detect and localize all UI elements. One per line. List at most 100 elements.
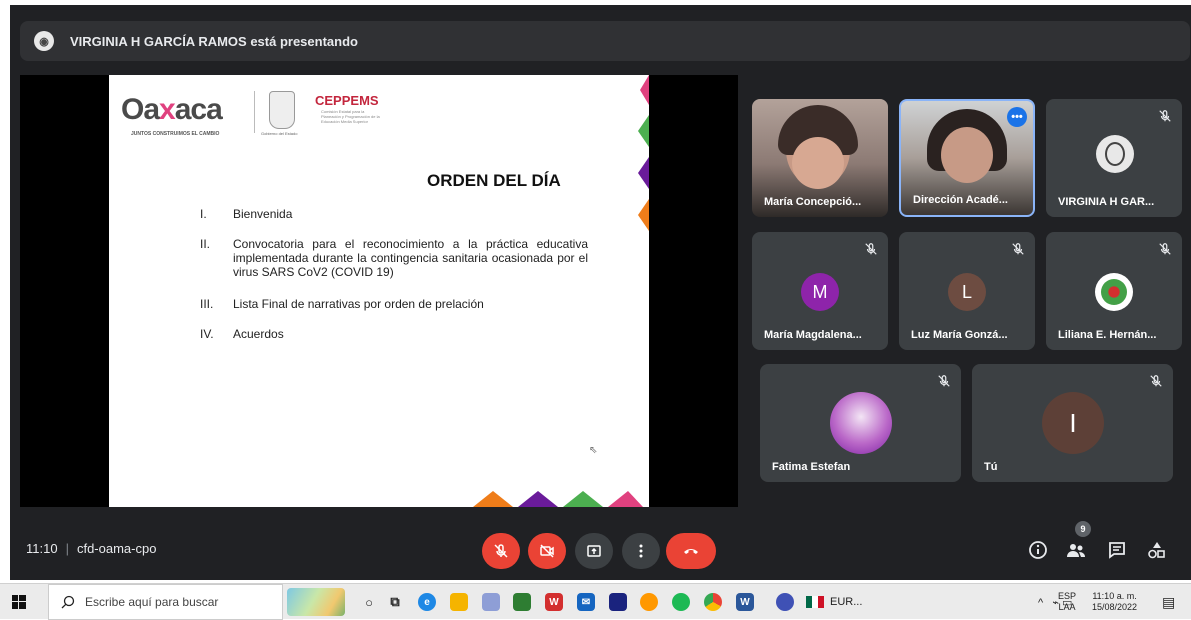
file-explorer-icon[interactable] xyxy=(450,593,468,611)
chrome-icon[interactable] xyxy=(704,593,722,611)
agenda-list: I. Bienvenida II. Convocatoria para el rec… xyxy=(200,207,588,357)
people-count-badge: 9 xyxy=(1075,521,1091,537)
camera-off-icon xyxy=(540,544,554,558)
participant-video xyxy=(941,127,993,183)
info-icon xyxy=(1029,541,1047,559)
taskbar-search-box[interactable]: Escribe aquí para buscar xyxy=(48,584,283,620)
edge-icon[interactable]: e xyxy=(418,593,436,611)
avatar: M xyxy=(801,273,839,311)
meeting-info: 11:10 | cfd-oama-cpo xyxy=(26,541,157,556)
language-indicator[interactable]: ESP LAA xyxy=(1058,584,1076,620)
participant-tile-self[interactable]: I Tú xyxy=(972,364,1173,482)
mexico-flag-icon xyxy=(806,596,824,608)
currency-text: EUR... xyxy=(830,596,863,608)
chat-button[interactable] xyxy=(1107,540,1127,560)
presentation-stage[interactable]: Oaxaca JUNTOS CONSTRUIMOS EL CAMBIO Gobi… xyxy=(20,75,738,507)
avatar: I xyxy=(1042,392,1104,454)
participant-tile[interactable]: María Concepció... xyxy=(752,99,888,217)
people-button[interactable] xyxy=(1066,540,1086,560)
search-placeholder: Escribe aquí para buscar xyxy=(85,595,219,609)
meeting-controls-bar: 11:10 | cfd-oama-cpo 9 xyxy=(10,521,1191,575)
participant-name: Dirección Acadé... xyxy=(913,194,1008,206)
agenda-item: III. Lista Final de narrativas por orden … xyxy=(200,297,484,311)
app-icon[interactable] xyxy=(513,593,531,611)
participant-tile-active[interactable]: ••• Dirección Acadé... xyxy=(899,99,1035,217)
app-icon[interactable] xyxy=(776,593,794,611)
ceppems-logo: CEPPEMS xyxy=(315,93,379,108)
leave-call-button[interactable] xyxy=(666,533,716,569)
mic-off-icon xyxy=(1159,243,1171,255)
participant-tile[interactable]: Fatima Estefan xyxy=(760,364,961,482)
participant-tile[interactable]: L Luz María Gonzá... xyxy=(899,232,1035,350)
mic-off-icon xyxy=(1159,110,1171,122)
mic-off-icon xyxy=(865,243,877,255)
office-icon[interactable]: W xyxy=(545,593,563,611)
participant-tile[interactable]: Liliana E. Hernán... xyxy=(1046,232,1182,350)
app-icon[interactable] xyxy=(640,593,658,611)
participant-name: VIRGINIA H GAR... xyxy=(1058,196,1155,208)
people-icon xyxy=(1067,544,1085,557)
camera-toggle-button[interactable] xyxy=(528,533,566,569)
task-view-icon[interactable]: ⧉ xyxy=(386,593,404,611)
ceppems-subtitle: Comisión Estatal para la Planeación y Pr… xyxy=(321,109,380,124)
word-icon[interactable]: W xyxy=(736,593,754,611)
mouse-cursor-icon: ⇖ xyxy=(589,445,598,456)
participant-name: Fatima Estefan xyxy=(772,461,851,473)
mic-off-icon xyxy=(1150,375,1162,387)
currency-widget[interactable]: EUR... xyxy=(806,584,862,620)
search-highlight-image[interactable] xyxy=(287,588,345,616)
emsad-logo-avatar xyxy=(1095,273,1133,311)
slide-title: ORDEN DEL DÍA xyxy=(427,171,561,190)
presenter-avatar: ◉ xyxy=(34,31,54,51)
more-options-button[interactable] xyxy=(622,533,660,569)
windows-taskbar: Escribe aquí para buscar ○ ⧉ e W ✉ W EUR… xyxy=(0,583,1191,620)
present-button[interactable] xyxy=(575,533,613,569)
mic-off-icon xyxy=(1012,243,1024,255)
meet-window: ◉ VIRGINIA H GARCÍA RAMOS está presentan… xyxy=(10,5,1191,580)
participant-tile[interactable]: M María Magdalena... xyxy=(752,232,888,350)
cortana-icon[interactable]: ○ xyxy=(360,593,378,611)
windows-start-icon[interactable] xyxy=(12,595,26,609)
agenda-item: I. Bienvenida xyxy=(200,207,293,221)
presenting-text: VIRGINIA H GARCÍA RAMOS está presentando xyxy=(70,33,358,49)
app-icon[interactable] xyxy=(482,593,500,611)
avatar: L xyxy=(948,273,986,311)
agenda-item: II. Convocatoria para el reconocimiento a… xyxy=(200,237,588,279)
participant-name: Liliana E. Hernán... xyxy=(1058,329,1157,341)
avatar xyxy=(830,392,892,454)
store-icon[interactable] xyxy=(609,593,627,611)
taskbar-time: 11:10 a. m. xyxy=(1092,591,1137,601)
hang-up-icon xyxy=(684,549,698,554)
oaxaca-logo: Oaxaca xyxy=(121,93,223,126)
avatar xyxy=(1096,135,1134,173)
logo-divider xyxy=(254,91,255,133)
logo-tagline: JUNTOS CONSTRUIMOS EL CAMBIO xyxy=(131,131,220,137)
presentation-slide: Oaxaca JUNTOS CONSTRUIMOS EL CAMBIO Gobi… xyxy=(109,75,649,507)
mail-icon[interactable]: ✉ xyxy=(577,593,595,611)
more-vert-icon xyxy=(639,544,643,558)
present-screen-icon xyxy=(587,545,601,557)
participant-name: Luz María Gonzá... xyxy=(911,329,1008,341)
meeting-time: 11:10 xyxy=(26,541,58,556)
activities-button[interactable] xyxy=(1147,540,1167,560)
shapes-icon xyxy=(1148,542,1165,559)
spotify-icon[interactable] xyxy=(672,593,690,611)
participant-name: Tú xyxy=(984,461,998,473)
slide-bottom-decoration xyxy=(473,491,643,507)
presenting-banner: ◉ VIRGINIA H GARCÍA RAMOS está presentan… xyxy=(20,21,1190,61)
taskbar-date: 15/08/2022 xyxy=(1092,602,1138,612)
notifications-icon[interactable]: ▤ xyxy=(1162,584,1175,620)
crest-caption: Gobierno del Estado xyxy=(261,131,298,136)
taskbar-clock[interactable]: 11:10 a. m. 15/08/2022 xyxy=(1092,584,1137,620)
state-crest-icon xyxy=(269,91,295,129)
slide-side-decoration xyxy=(638,75,649,231)
agenda-item: IV. Acuerdos xyxy=(200,327,284,341)
participant-name: María Magdalena... xyxy=(764,329,862,341)
meeting-details-button[interactable] xyxy=(1028,540,1048,560)
mic-off-icon xyxy=(938,375,950,387)
mic-toggle-button[interactable] xyxy=(482,533,520,569)
more-options-icon[interactable]: ••• xyxy=(1007,107,1027,127)
participant-tile[interactable]: VIRGINIA H GAR... xyxy=(1046,99,1182,217)
meeting-code: cfd-oama-cpo xyxy=(76,541,157,556)
participant-name: María Concepció... xyxy=(764,196,862,208)
